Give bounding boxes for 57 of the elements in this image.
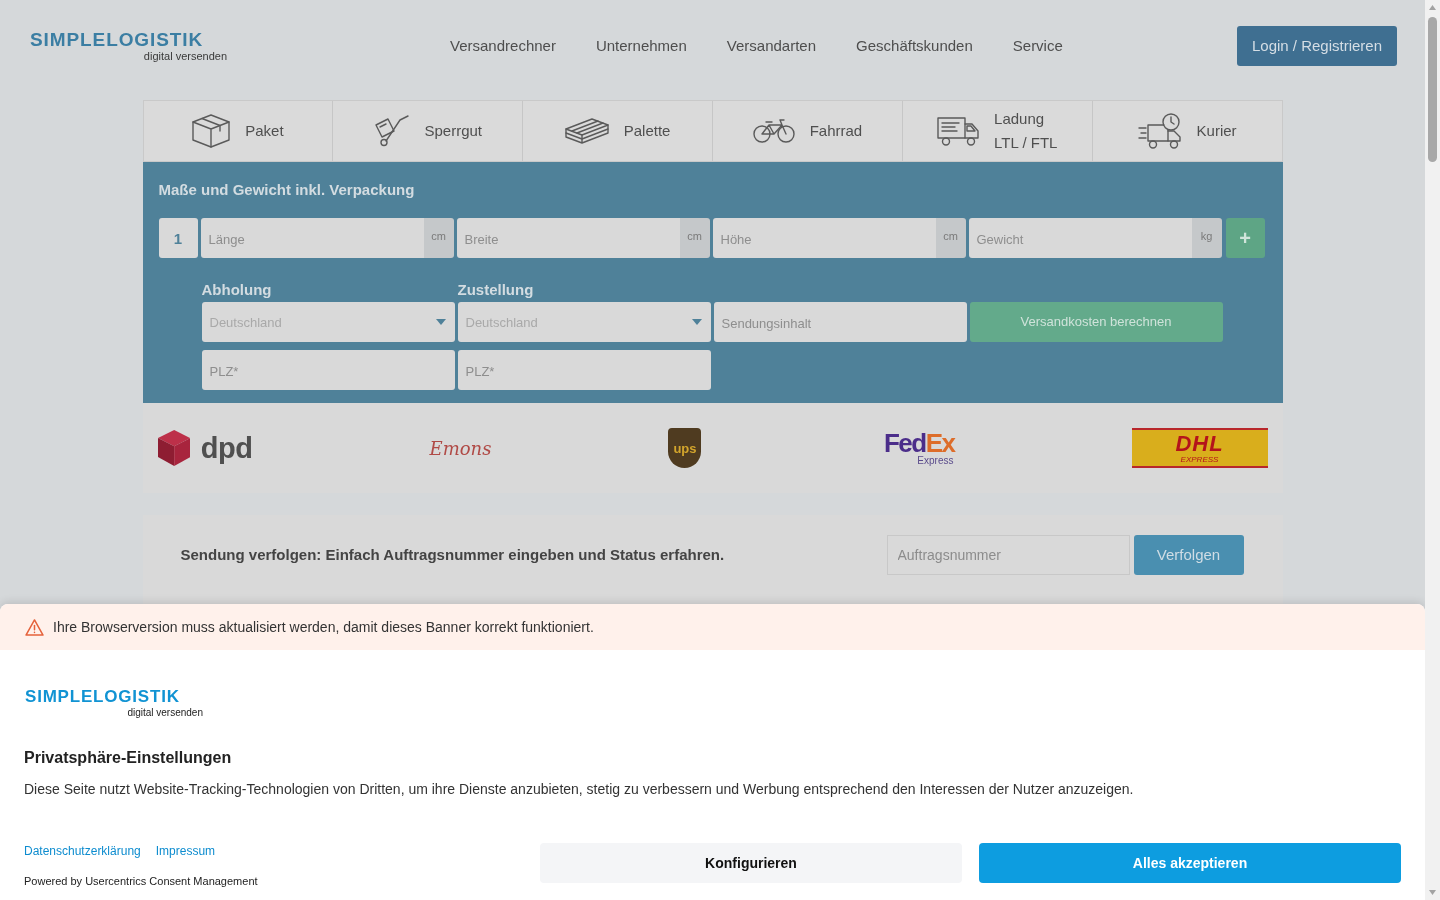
box-icon bbox=[192, 114, 231, 148]
truck-icon bbox=[937, 116, 980, 146]
postcode-field[interactable]: PLZ* bbox=[201, 350, 455, 390]
bicycle-icon bbox=[752, 119, 795, 143]
unit-label: cm bbox=[935, 218, 966, 258]
cube-icon bbox=[157, 428, 190, 468]
postcode-field[interactable]: PLZ* bbox=[457, 350, 711, 390]
consent-title: Privatsphäre-Einstellungen bbox=[24, 748, 233, 768]
shipment-tab[interactable]: Paket bbox=[143, 101, 334, 161]
field-label: Zustellung bbox=[457, 280, 535, 300]
unit-label: cm bbox=[679, 218, 710, 258]
unit-label: kg bbox=[1191, 218, 1222, 258]
field-label: Abholung bbox=[201, 280, 273, 300]
carrier-logo: DHL EXPRESS bbox=[1131, 428, 1268, 468]
scrollbar[interactable] bbox=[1425, 0, 1440, 900]
unit-label: cm bbox=[423, 218, 454, 258]
caret-icon bbox=[691, 319, 702, 325]
contents-field[interactable]: Sendungsinhalt bbox=[713, 302, 967, 342]
powered-by-text: Powered by Usercentrics Consent Management bbox=[24, 874, 258, 889]
site-logo[interactable]: SIMPLELOGISTIK digital versenden bbox=[30, 30, 228, 62]
shipment-tab[interactable]: Palette bbox=[523, 101, 713, 161]
carrier-logo: FedEx Express bbox=[882, 430, 955, 466]
consent-description: Diese Seite nutzt Website-Tracking-Technologien von Dritten, um ihre Dienste anzubieten, stetig zu verbessern und Werbung entsprechend den Interessen der Nutzer anzuzeigen. bbox=[24, 780, 1135, 799]
delivery-truck-clock-icon bbox=[1137, 113, 1182, 149]
shipment-tab[interactable]: Ladung LTL / FTL bbox=[902, 101, 1093, 161]
nav-link[interactable]: Unternehmen bbox=[595, 34, 687, 58]
dimension-field[interactable]: Gewicht bbox=[968, 218, 1192, 258]
shipment-tab[interactable]: Sperrgut bbox=[333, 101, 524, 161]
shipment-tab[interactable]: Fahrrad bbox=[713, 101, 903, 161]
shipment-tab[interactable]: Kurier bbox=[1092, 101, 1282, 161]
panel-title: Maße und Gewicht inkl. Verpackung bbox=[158, 180, 416, 200]
logo-wordmark: dpd bbox=[200, 433, 253, 463]
order-number-field[interactable]: Auftragsnummer bbox=[886, 535, 1130, 575]
carrier-logo: ups bbox=[668, 428, 702, 468]
nav-link[interactable]: Versandrechner bbox=[450, 34, 556, 58]
nav-link[interactable]: Service bbox=[1012, 34, 1063, 58]
dimension-field[interactable]: Höhe bbox=[712, 218, 936, 258]
footer-link[interactable]: Impressum bbox=[155, 843, 216, 859]
nav-link[interactable]: Geschäftskunden bbox=[856, 34, 973, 58]
warning-icon bbox=[25, 618, 44, 636]
scroll-up-icon[interactable] bbox=[1429, 5, 1436, 10]
footer-link[interactable]: Datenschutzerklärung bbox=[24, 843, 141, 859]
login-button[interactable]: Login / Registrieren bbox=[1237, 26, 1397, 66]
nav-link[interactable]: Versandarten bbox=[726, 34, 817, 58]
pallet-icon bbox=[564, 118, 609, 144]
scroll-down-icon[interactable] bbox=[1429, 890, 1436, 895]
dimension-field[interactable]: Länge bbox=[200, 218, 424, 258]
hand-truck-icon bbox=[373, 115, 410, 147]
tracking-text: Sendung verfolgen: Einfach Auftragsnummer eingeben und Status erfahren. bbox=[180, 544, 725, 565]
caret-icon bbox=[435, 319, 446, 325]
dimension-field[interactable]: Breite bbox=[456, 218, 680, 258]
logo-wordmark: Emons bbox=[429, 436, 492, 461]
consent-button[interactable]: Alles akzeptieren bbox=[979, 843, 1401, 883]
warning-text: Ihre Browserversion muss aktualisiert werden, damit dieses Banner korrekt funktioniert. bbox=[53, 617, 594, 637]
scrollbar-thumb[interactable] bbox=[1428, 17, 1437, 162]
site-logo[interactable]: SIMPLELOGISTIK digital versenden bbox=[25, 687, 203, 719]
consent-button[interactable]: Konfigurieren bbox=[540, 843, 962, 883]
